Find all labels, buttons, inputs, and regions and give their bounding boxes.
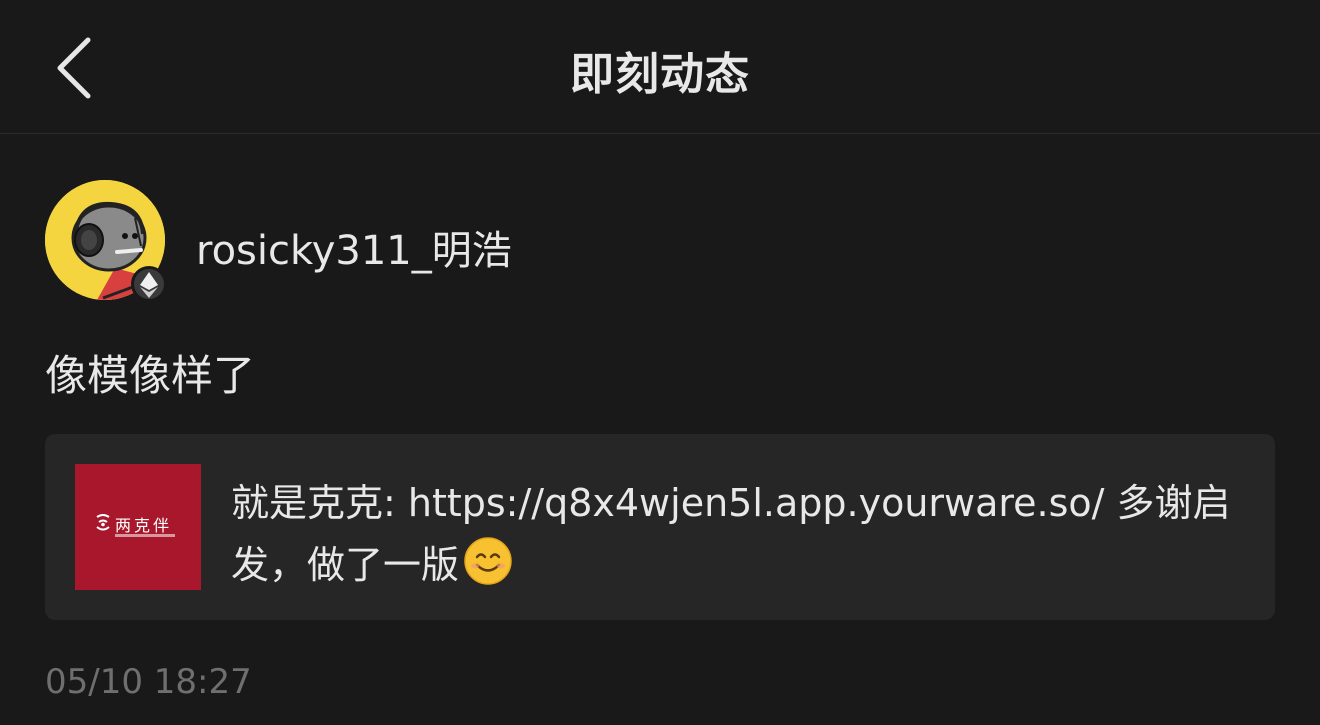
thumbnail-brand-text: 两克伴	[115, 516, 173, 535]
shared-link-card[interactable]: 两克伴 就是克克: https://q8x4wjen5l.app.yourwar…	[45, 434, 1275, 620]
link-card-description: 就是克克: https://q8x4wjen5l.app.yourware.so…	[231, 481, 1231, 587]
link-thumbnail: 两克伴	[75, 464, 201, 590]
page-title: 即刻动态	[570, 49, 750, 100]
top-navigation-bar: 即刻动态	[0, 0, 1320, 134]
link-card-text: 就是克克: https://q8x4wjen5l.app.yourware.so…	[231, 472, 1241, 604]
verified-badge	[131, 266, 167, 302]
thumbnail-tagline	[115, 534, 175, 537]
post-content: 像模像样了	[45, 351, 256, 400]
thumbnail-logo: 两克伴	[95, 512, 172, 536]
post-author: rosicky311_明浩	[45, 180, 745, 302]
smiling-face-icon	[463, 536, 513, 604]
post-timestamp: 05/10 18:27	[45, 662, 252, 702]
signal-icon	[96, 514, 110, 531]
author-username[interactable]: rosicky311_明浩	[196, 218, 512, 276]
